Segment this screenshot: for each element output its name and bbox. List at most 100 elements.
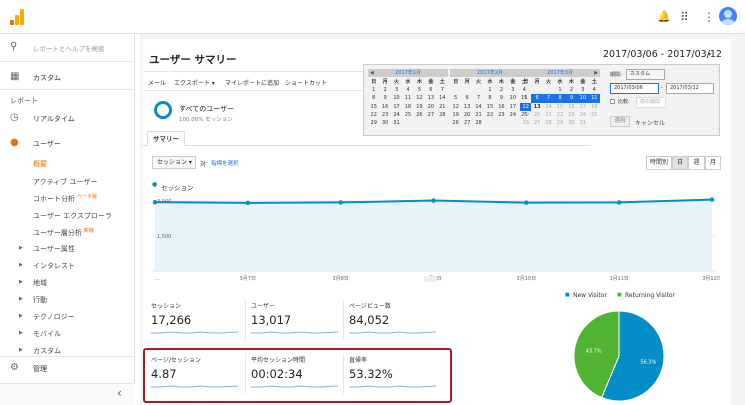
calendar-day[interactable]: 19 bbox=[414, 103, 425, 111]
calendar-day[interactable]: 20 bbox=[461, 111, 472, 119]
sidebar-item-technology[interactable]: テクノロジー bbox=[33, 312, 75, 322]
calendar-day[interactable]: 9 bbox=[496, 94, 507, 102]
chart-point[interactable] bbox=[431, 198, 436, 203]
calendar-day[interactable]: 14 bbox=[437, 94, 448, 102]
calendar-day[interactable]: 2 bbox=[496, 86, 507, 94]
calendar-day[interactable]: 6 bbox=[531, 94, 543, 103]
tab-summary[interactable]: サマリー bbox=[147, 131, 185, 146]
calendar-day[interactable]: 22 bbox=[484, 111, 495, 119]
granularity-hourly[interactable]: 時間別 bbox=[646, 156, 672, 170]
apps-grid-icon[interactable]: ⠿ bbox=[680, 10, 689, 24]
calendar-day[interactable]: 8 bbox=[484, 94, 495, 102]
calendar-day[interactable]: 24 bbox=[507, 111, 518, 119]
granularity-month[interactable]: 月 bbox=[705, 156, 721, 170]
end-date-input[interactable]: 2017/03/12 bbox=[666, 83, 714, 94]
chart-point[interactable] bbox=[616, 200, 622, 205]
calendar-day[interactable]: 3 bbox=[507, 86, 518, 94]
date-range-picker[interactable]: 2017/03/06 - 2017/03/12 bbox=[603, 49, 722, 60]
calendar-day[interactable]: 13 bbox=[531, 103, 542, 111]
calendar-day[interactable]: 23 bbox=[496, 111, 507, 119]
calendar-day[interactable]: 31 bbox=[577, 119, 588, 127]
calendar-day[interactable]: 5 bbox=[450, 94, 461, 102]
chart-point[interactable] bbox=[524, 200, 529, 205]
calendar-day[interactable]: 14 bbox=[473, 103, 484, 111]
calendar-day[interactable]: 1 bbox=[554, 86, 565, 94]
sidebar-item-cohort[interactable]: コホート分析 ベータ版 bbox=[33, 194, 97, 204]
calendar-day[interactable]: 3 bbox=[577, 86, 588, 94]
sidebar-item-lifetime[interactable]: ユーザー層分析 新機 bbox=[33, 228, 94, 238]
sidebar-item-realtime[interactable]: ◷ リアルタイム bbox=[0, 107, 135, 129]
calendar-day[interactable]: 22 bbox=[368, 111, 379, 119]
calendar-day[interactable]: 27 bbox=[461, 119, 472, 127]
sidebar-item-custom-sub[interactable]: カスタム bbox=[33, 346, 61, 356]
calendar-day[interactable]: 28 bbox=[437, 111, 448, 119]
calendar-day[interactable]: 17 bbox=[577, 103, 588, 111]
granularity-day[interactable]: 日 bbox=[672, 156, 688, 170]
start-date-input[interactable]: 2017/03/06 bbox=[610, 83, 659, 94]
calendar-day[interactable]: 24 bbox=[391, 111, 402, 119]
calendar-day[interactable]: 23 bbox=[566, 111, 577, 119]
search-input[interactable]: レポートとヘルプを検索 bbox=[33, 43, 105, 53]
calendar-day[interactable]: 19 bbox=[450, 111, 461, 119]
calendar-day[interactable]: 7 bbox=[542, 94, 555, 103]
calendar-day[interactable]: 7 bbox=[437, 86, 448, 94]
calendar-day[interactable]: 27 bbox=[531, 119, 542, 127]
calendar-day[interactable]: 31 bbox=[391, 119, 402, 127]
compare-select[interactable]: 前の期間 bbox=[636, 97, 666, 108]
calendar-day[interactable]: 26 bbox=[450, 119, 461, 127]
calendar-day[interactable]: 30 bbox=[379, 119, 390, 127]
export-button[interactable]: エクスポート ▾ bbox=[174, 78, 215, 87]
calendar-day[interactable]: 13 bbox=[425, 94, 436, 102]
calendar-day[interactable]: 1 bbox=[484, 86, 495, 94]
calendar-day[interactable]: 12 bbox=[414, 94, 425, 102]
metric-select[interactable]: セッション ▾ bbox=[152, 156, 196, 169]
chart-point[interactable] bbox=[245, 200, 251, 206]
calendar-day[interactable]: 16 bbox=[496, 103, 507, 111]
calendar-day[interactable]: 30 bbox=[566, 119, 577, 127]
calendar-day[interactable]: 10 bbox=[391, 94, 402, 102]
apply-button[interactable]: 適用 bbox=[610, 116, 630, 127]
calendar-day[interactable]: 8 bbox=[554, 94, 566, 103]
calendar-day[interactable]: 8 bbox=[368, 94, 379, 102]
calendar-day[interactable]: 15 bbox=[368, 103, 379, 111]
sidebar-item-explorer[interactable]: ユーザー エクスプローラ bbox=[33, 211, 112, 221]
calendar-day[interactable]: 4 bbox=[402, 86, 413, 94]
calendar-day[interactable]: 25 bbox=[589, 111, 600, 119]
calendar-day[interactable]: 11 bbox=[588, 94, 600, 103]
calendar-day[interactable]: 11 bbox=[402, 94, 413, 102]
calendar-day[interactable]: 2 bbox=[379, 86, 390, 94]
search-bar[interactable]: ⚲ レポートとヘルプを検索 bbox=[0, 34, 134, 62]
calendar-day[interactable]: 21 bbox=[543, 111, 554, 119]
segment-title[interactable]: すべてのユーザー bbox=[179, 104, 234, 114]
chevron-down-icon[interactable]: ▾ bbox=[708, 51, 711, 58]
calendar-day[interactable]: 5 bbox=[414, 86, 425, 94]
calendar-day[interactable]: 4 bbox=[589, 86, 600, 94]
calendar-day[interactable]: 3 bbox=[391, 86, 402, 94]
calendar-day[interactable]: 21 bbox=[473, 111, 484, 119]
calendar-day[interactable]: 18 bbox=[402, 103, 413, 111]
calendar-day[interactable]: 15 bbox=[484, 103, 495, 111]
calendar-day[interactable]: 5 bbox=[520, 94, 531, 102]
bell-icon[interactable]: 🔔 bbox=[657, 10, 671, 23]
chart-point[interactable] bbox=[709, 197, 715, 202]
period-select[interactable]: カスタム bbox=[626, 69, 665, 80]
cancel-button[interactable]: キャンセル bbox=[635, 118, 665, 127]
compare-checkbox[interactable] bbox=[610, 99, 615, 104]
calendar-day[interactable]: 18 bbox=[589, 103, 600, 111]
calendar-day[interactable]: 29 bbox=[368, 119, 379, 127]
shortcut-button[interactable]: ショートカット bbox=[285, 78, 327, 87]
calendar-day[interactable]: 1 bbox=[368, 86, 379, 94]
sidebar-item-active-users[interactable]: アクティブ ユーザー bbox=[33, 177, 97, 187]
analytics-logo[interactable] bbox=[10, 9, 24, 25]
calendar-day[interactable]: 29 bbox=[554, 119, 565, 127]
calendar-day[interactable]: 24 bbox=[577, 111, 588, 119]
collapse-bar[interactable]: ‹ bbox=[0, 383, 135, 405]
calendar-day[interactable]: 10 bbox=[507, 94, 518, 102]
calendar-day[interactable]: 6 bbox=[461, 94, 472, 102]
calendar-day[interactable]: 28 bbox=[473, 119, 484, 127]
calendar-day[interactable]: 12 bbox=[520, 102, 532, 111]
calendar-day[interactable]: 20 bbox=[425, 103, 436, 111]
calendar-day[interactable]: 21 bbox=[437, 103, 448, 111]
calendar-day[interactable]: 23 bbox=[379, 111, 390, 119]
calendar-day[interactable]: 2 bbox=[566, 86, 577, 94]
